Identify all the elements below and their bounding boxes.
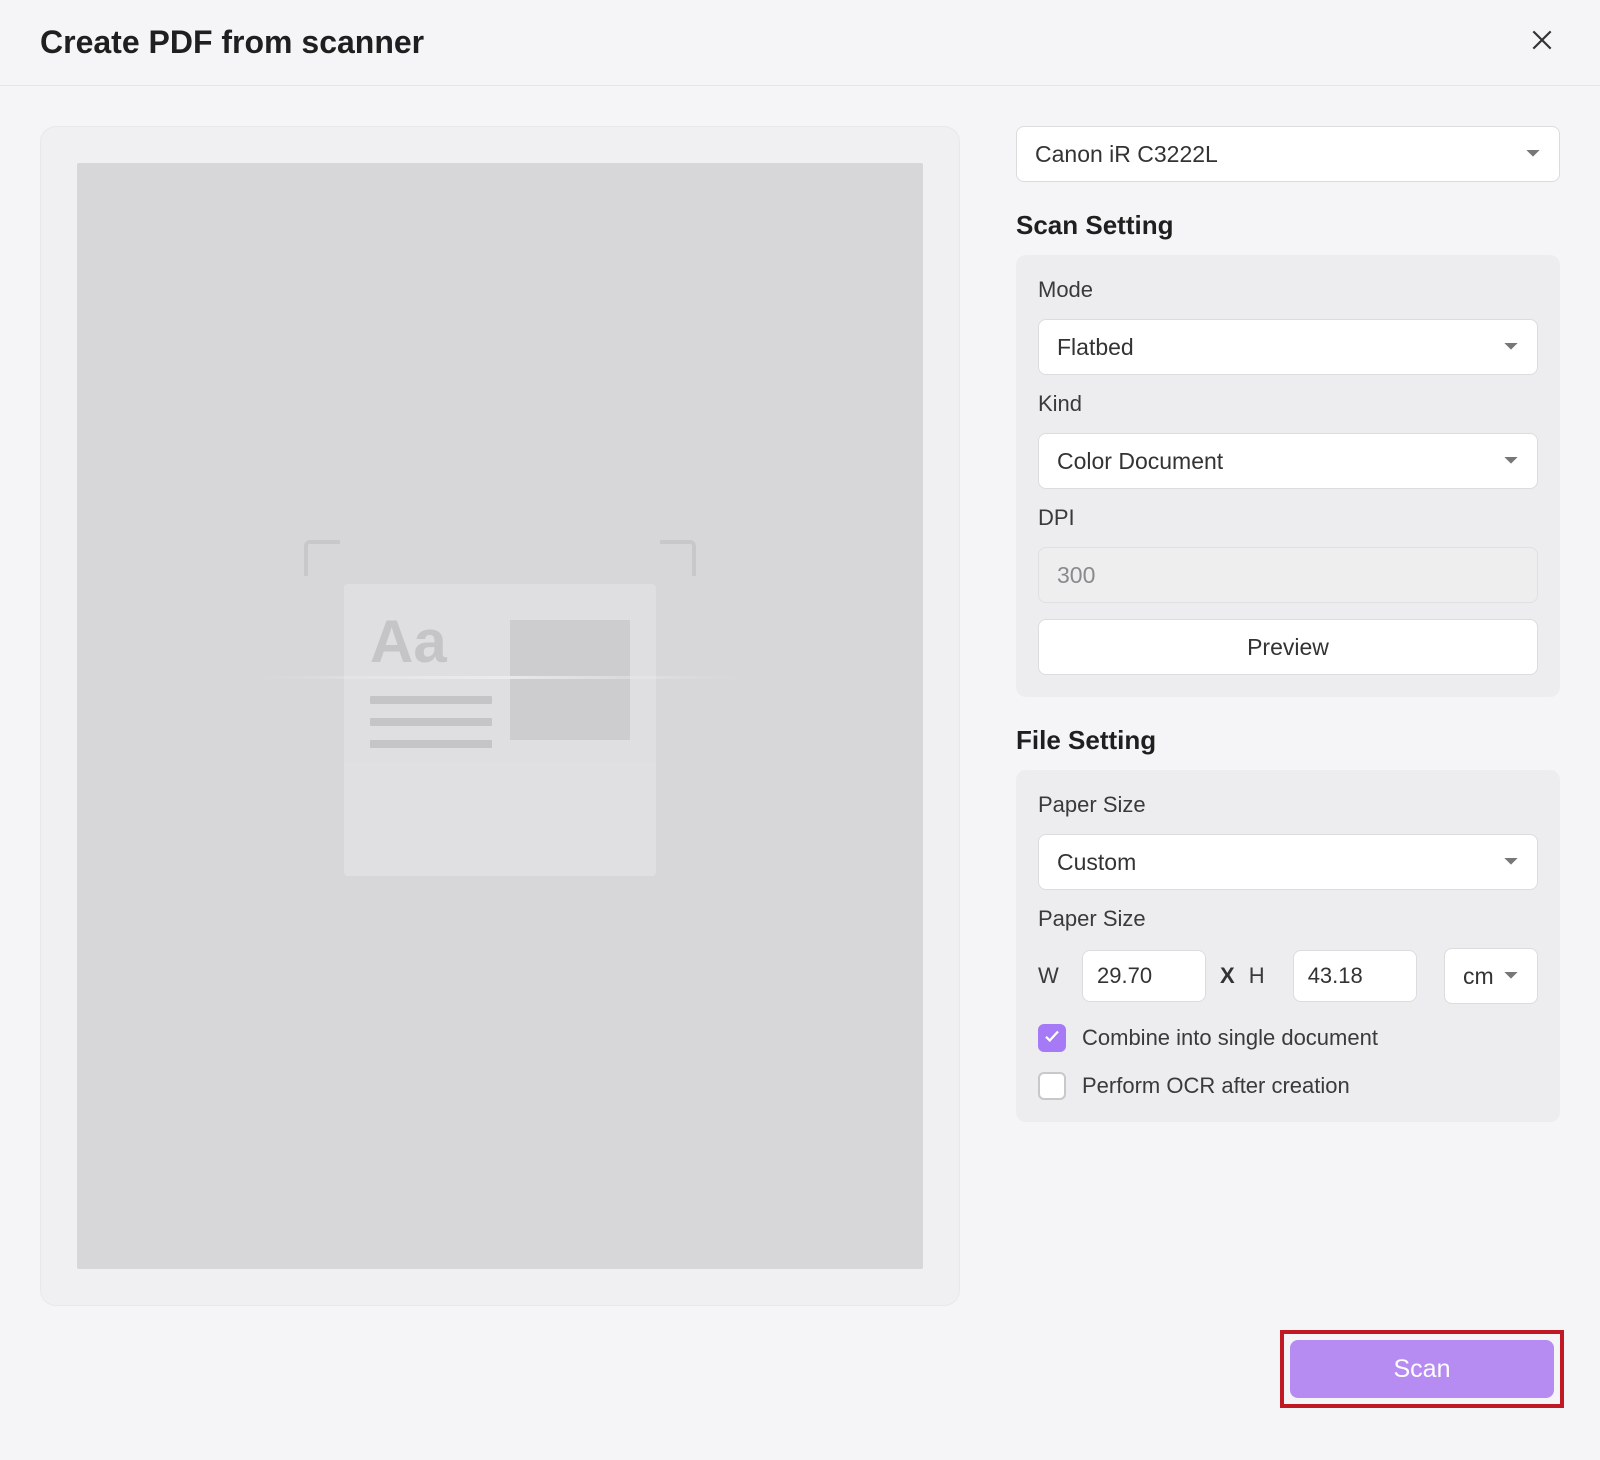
dpi-label: DPI: [1038, 505, 1538, 531]
check-icon: [1043, 1025, 1061, 1051]
unit-select-value: cm: [1463, 963, 1494, 990]
combine-checkbox[interactable]: [1038, 1024, 1066, 1052]
close-button[interactable]: [1524, 25, 1560, 61]
scan-setting-group: Mode Flatbed Kind Color Document DPI 300…: [1016, 255, 1560, 697]
preview-button-label: Preview: [1247, 634, 1329, 661]
paper-size-select[interactable]: Custom: [1038, 834, 1538, 890]
preview-panel: Aa: [40, 126, 960, 1306]
height-input[interactable]: [1293, 950, 1417, 1002]
kind-select-value: Color Document: [1057, 448, 1223, 475]
settings-column: Canon iR C3222L Scan Setting Mode Flatbe…: [1016, 126, 1560, 1306]
dialog-body: Aa Canon iR C3222L: [0, 86, 1600, 1346]
preview-button[interactable]: Preview: [1038, 619, 1538, 675]
ocr-label: Perform OCR after creation: [1082, 1073, 1350, 1099]
dims-separator: X: [1220, 963, 1235, 989]
combine-row: Combine into single document: [1038, 1020, 1538, 1052]
kind-label: Kind: [1038, 391, 1538, 417]
mode-select-value: Flatbed: [1057, 334, 1134, 361]
scanner-select-value: Canon iR C3222L: [1035, 141, 1218, 168]
scan-button[interactable]: Scan: [1290, 1340, 1554, 1398]
document-placeholder-icon: Aa: [320, 556, 680, 876]
combine-label: Combine into single document: [1082, 1025, 1378, 1051]
scanner-select[interactable]: Canon iR C3222L: [1016, 126, 1560, 182]
height-label: H: [1249, 963, 1279, 989]
paper-size-row: W X H cm: [1038, 948, 1538, 1004]
width-label: W: [1038, 963, 1068, 989]
unit-select[interactable]: cm: [1444, 948, 1538, 1004]
dialog-header: Create PDF from scanner: [0, 0, 1600, 86]
chevron-down-icon: [1503, 341, 1519, 353]
scan-button-highlight: Scan: [1280, 1330, 1564, 1408]
paper-size-label: Paper Size: [1038, 792, 1538, 818]
paper-size-dims-label: Paper Size: [1038, 906, 1538, 932]
chevron-down-icon: [1503, 970, 1519, 982]
mode-select[interactable]: Flatbed: [1038, 319, 1538, 375]
scan-button-label: Scan: [1394, 1355, 1451, 1384]
file-setting-title: File Setting: [1016, 725, 1560, 756]
chevron-down-icon: [1503, 856, 1519, 868]
dpi-value: 300: [1057, 562, 1095, 589]
scan-setting-title: Scan Setting: [1016, 210, 1560, 241]
dpi-field: 300: [1038, 547, 1538, 603]
preview-page: Aa: [77, 163, 923, 1269]
paper-size-select-value: Custom: [1057, 849, 1136, 876]
ocr-checkbox[interactable]: [1038, 1072, 1066, 1100]
width-input[interactable]: [1082, 950, 1206, 1002]
file-setting-group: Paper Size Custom Paper Size W X H cm: [1016, 770, 1560, 1122]
chevron-down-icon: [1503, 455, 1519, 467]
kind-select[interactable]: Color Document: [1038, 433, 1538, 489]
ocr-row: Perform OCR after creation: [1038, 1068, 1538, 1100]
mode-label: Mode: [1038, 277, 1538, 303]
chevron-down-icon: [1525, 148, 1541, 160]
footer: Scan: [1280, 1330, 1564, 1408]
close-icon: [1529, 27, 1555, 58]
dialog-title: Create PDF from scanner: [40, 24, 424, 61]
